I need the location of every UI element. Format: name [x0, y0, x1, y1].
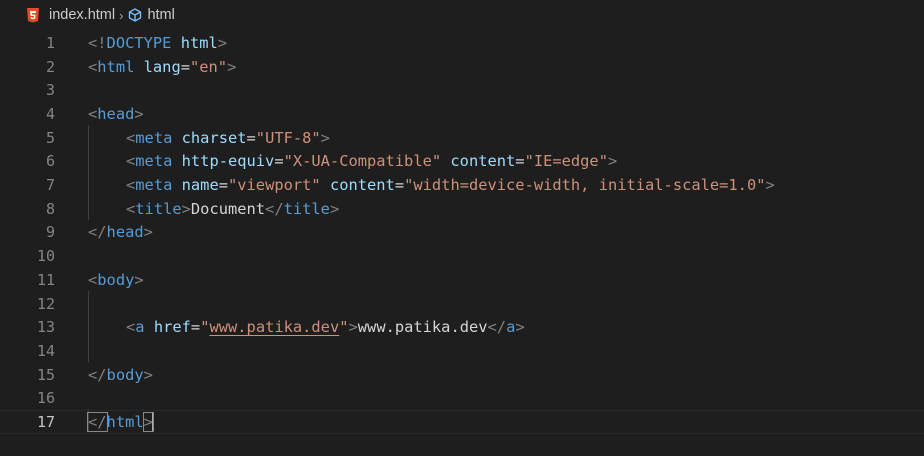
line-number: 8 — [45, 199, 55, 218]
line-number: 15 — [36, 365, 55, 384]
code-line[interactable]: 1 <!DOCTYPE html> — [0, 31, 924, 55]
line-number: 12 — [36, 294, 55, 313]
breadcrumb-symbol[interactable]: html — [147, 7, 174, 23]
text-cursor — [151, 412, 154, 432]
code-line[interactable]: 2 <html lang="en"> — [0, 55, 924, 79]
code-line[interactable]: 14 — [0, 339, 924, 363]
code-line[interactable]: 4 <head> — [0, 102, 924, 126]
line-number: 16 — [36, 389, 55, 408]
code-line[interactable]: 11 <body> — [0, 268, 924, 292]
line-number: 13 — [36, 318, 55, 337]
code-line[interactable]: 7 <meta name="viewport" content="width=d… — [0, 173, 924, 197]
breadcrumb-file[interactable]: index.html — [49, 7, 115, 23]
code-line[interactable]: 10 — [0, 244, 924, 268]
line-number: 5 — [45, 128, 55, 147]
code-line[interactable]: 3 — [0, 78, 924, 102]
code-line[interactable]: 8 <title>Document</title> — [0, 197, 924, 221]
symbol-element-icon — [129, 8, 142, 22]
code-line[interactable]: 15 </body> — [0, 363, 924, 387]
line-number: 2 — [45, 57, 55, 76]
line-number: 6 — [45, 152, 55, 171]
code-line[interactable]: 12 — [0, 292, 924, 316]
line-number: 4 — [45, 104, 55, 123]
chevron-right-icon: › — [119, 7, 124, 23]
code-line[interactable]: 5 <meta charset="UTF-8"> — [0, 126, 924, 150]
html5-file-icon — [27, 8, 39, 23]
link-href[interactable]: www.patika.dev — [209, 318, 339, 336]
matching-bracket: </ — [87, 411, 108, 432]
code-line[interactable]: 6 <meta http-equiv="X-UA-Compatible" con… — [0, 150, 924, 174]
line-number: 1 — [45, 33, 55, 52]
line-number: 17 — [36, 413, 55, 432]
line-number: 7 — [45, 176, 55, 195]
code-line-current[interactable]: 17 </html> — [0, 410, 924, 434]
code-line[interactable]: 16 — [0, 387, 924, 411]
line-number: 3 — [45, 81, 55, 100]
line-number: 14 — [36, 341, 55, 360]
line-number: 9 — [45, 223, 55, 242]
code-line[interactable]: 9 </head> — [0, 221, 924, 245]
code-line[interactable]: 13 <a href="www.patika.dev">www.patika.d… — [0, 315, 924, 339]
line-number: 10 — [36, 247, 55, 266]
line-number: 11 — [36, 270, 55, 289]
code-editor[interactable]: 1 <!DOCTYPE html> 2 <html lang="en"> 3 4… — [0, 31, 924, 456]
breadcrumb: index.html › html — [0, 0, 924, 31]
